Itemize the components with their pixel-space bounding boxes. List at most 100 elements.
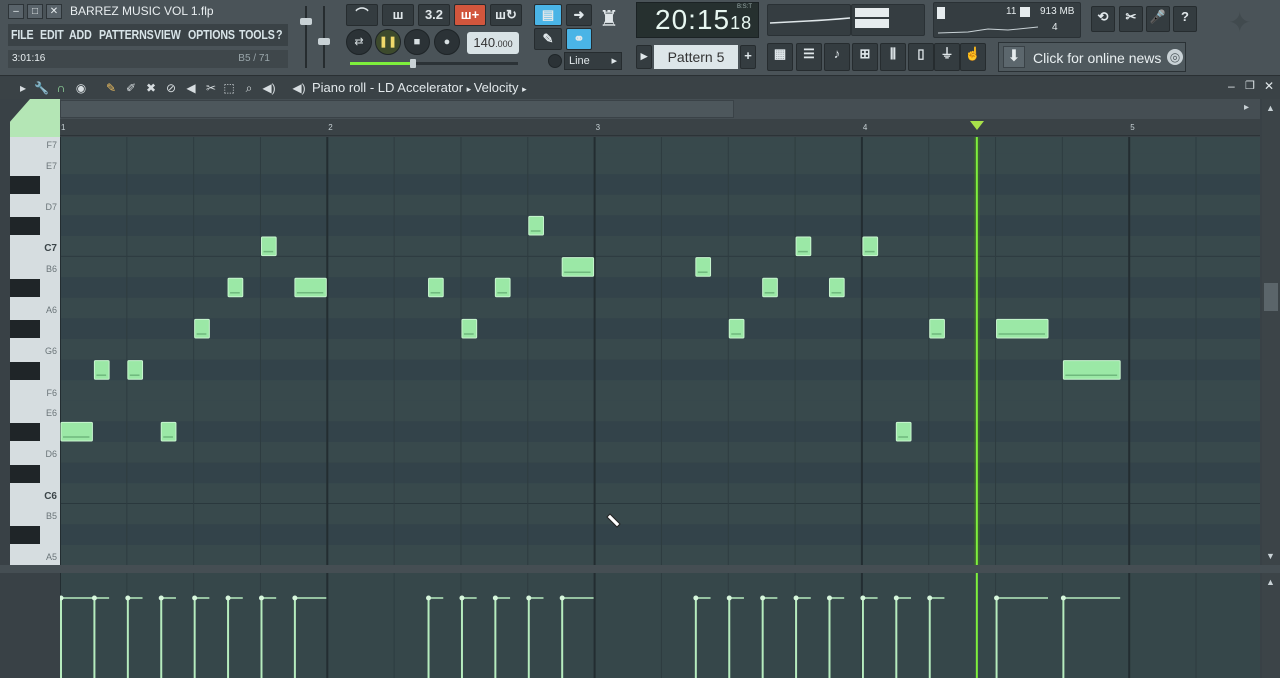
select-icon[interactable]: ⬚ — [222, 81, 236, 95]
note[interactable] — [93, 360, 110, 380]
link-button[interactable]: ⚭ — [566, 28, 592, 50]
note[interactable] — [996, 318, 1049, 339]
playlist-icon[interactable]: ▦ — [767, 43, 793, 71]
microphone-icon[interactable]: 🎤 — [1146, 6, 1170, 32]
note[interactable] — [428, 277, 444, 298]
playback-icon[interactable]: ◀) — [262, 81, 276, 95]
stop-button[interactable]: ■ — [404, 29, 430, 55]
window-restore-icon[interactable]: ❐ — [1245, 79, 1255, 92]
note[interactable] — [160, 421, 177, 442]
cut-tools-icon[interactable]: ✂ — [1119, 6, 1143, 32]
velocity-handle[interactable] — [893, 595, 899, 601]
pencil-icon[interactable]: ✎ — [104, 81, 118, 95]
timeline-ruler[interactable]: 1 2 3 4 5 — [60, 119, 1260, 136]
lane-separator[interactable] — [0, 565, 1280, 573]
options-arrow-icon[interactable]: ▸ — [16, 81, 30, 95]
breadcrumb-target[interactable]: Velocity — [474, 80, 519, 95]
pattern-add-button[interactable]: + — [740, 45, 756, 69]
black-key[interactable] — [10, 320, 40, 339]
velocity-handle[interactable] — [192, 595, 198, 601]
close-button[interactable]: ✕ — [46, 4, 62, 19]
master-pitch-slider[interactable] — [318, 6, 330, 68]
velocity-handle[interactable] — [826, 595, 832, 601]
note[interactable] — [929, 318, 945, 339]
black-key[interactable] — [10, 176, 40, 195]
velocity-handle[interactable] — [225, 595, 231, 601]
menu-help[interactable]: ? — [276, 27, 283, 42]
maximize-button[interactable]: □ — [27, 4, 43, 19]
note[interactable] — [528, 215, 544, 236]
velocity-handle[interactable] — [526, 595, 532, 601]
velocity-handle[interactable] — [1060, 595, 1066, 601]
breadcrumb-channel[interactable]: LD Accelerator — [378, 80, 463, 95]
note[interactable] — [795, 236, 812, 257]
note[interactable] — [695, 257, 712, 277]
note[interactable] — [461, 318, 478, 339]
online-news-button[interactable]: ⬇ Click for online news ◎ — [998, 42, 1186, 72]
note[interactable] — [494, 277, 511, 298]
menu-patterns[interactable]: PATTERNS — [99, 27, 154, 42]
note[interactable] — [762, 277, 778, 298]
horizontal-scroll-thumb[interactable] — [60, 100, 734, 118]
zoom-icon[interactable]: ⌕ — [242, 81, 256, 95]
velocity-handle[interactable] — [292, 595, 298, 601]
vertical-scrollbar[interactable]: ▲ ▼ — [1262, 99, 1280, 568]
black-key[interactable] — [10, 279, 40, 298]
pattern-selector[interactable]: Pattern 5 — [654, 45, 738, 69]
piano-roll-icon[interactable]: ♪ — [824, 43, 850, 71]
velocity-handle[interactable] — [125, 595, 131, 601]
wait-input-button[interactable]: ш — [382, 4, 414, 26]
menu-file[interactable]: FILE — [11, 27, 34, 42]
menu-edit[interactable]: EDIT — [40, 27, 64, 42]
step-forward-button[interactable]: ➜ — [566, 4, 592, 26]
note[interactable] — [127, 360, 144, 380]
black-key[interactable] — [10, 217, 40, 236]
snap-knob[interactable] — [548, 54, 562, 68]
playhead-marker[interactable] — [969, 121, 984, 130]
black-key[interactable] — [10, 526, 40, 545]
master-volume-slider[interactable] — [300, 6, 312, 68]
velocity-lane[interactable] — [60, 573, 1260, 678]
snap-select[interactable]: Line ▸ — [564, 52, 622, 70]
velocity-handle[interactable] — [258, 595, 264, 601]
note[interactable] — [294, 277, 327, 298]
record-button[interactable]: ● — [434, 29, 460, 55]
minimize-button[interactable]: – — [8, 4, 24, 19]
black-key[interactable] — [10, 423, 40, 442]
piano-keyboard[interactable]: F7 E7 D7 C7 B6 A6 G6 F6 E6 D6 C6 B5 A5 — [10, 137, 60, 565]
mixer-icon[interactable]: ⫼ — [880, 43, 906, 71]
note[interactable] — [862, 236, 879, 257]
record-target-icon[interactable]: ◉ — [74, 81, 88, 95]
velocity-handle[interactable] — [994, 595, 1000, 601]
snap-label[interactable]: 3.2 — [418, 4, 450, 26]
velocity-handle[interactable] — [726, 595, 732, 601]
mute-icon[interactable]: ⊘ — [164, 81, 178, 95]
vertical-scroll-thumb[interactable] — [1264, 283, 1278, 311]
note[interactable] — [1062, 360, 1121, 380]
brush-icon[interactable]: ✐ — [124, 81, 138, 95]
velocity-scrollbar[interactable]: ▲ — [1262, 573, 1280, 678]
window-close-icon[interactable]: ✕ — [1264, 79, 1274, 93]
plugin-icon[interactable]: ⏚ — [934, 43, 960, 71]
scroll-right-icon[interactable]: ▸ — [1244, 102, 1249, 113]
piano-roll-view-button[interactable]: ▤ — [534, 4, 562, 26]
velocity-handle[interactable] — [91, 595, 97, 601]
note[interactable] — [728, 318, 745, 339]
velocity-handle[interactable] — [559, 595, 565, 601]
velocity-handle[interactable] — [426, 595, 432, 601]
menu-view[interactable]: VIEW — [154, 27, 181, 42]
stamp-icon[interactable]: ♜ — [596, 6, 622, 38]
metronome-button[interactable]: ⌒ — [346, 4, 378, 26]
velocity-handle[interactable] — [158, 595, 164, 601]
magnet-icon[interactable]: ∩ — [54, 81, 68, 95]
undo-icon[interactable]: ⟲ — [1091, 6, 1115, 32]
scroll-up-icon[interactable]: ▲ — [1266, 577, 1275, 587]
channel-rack-icon[interactable]: ☰ — [796, 43, 822, 71]
slice-icon[interactable]: ✂ — [204, 81, 218, 95]
note[interactable] — [60, 421, 93, 442]
menu-options[interactable]: OPTIONS — [188, 27, 235, 42]
scroll-up-icon[interactable]: ▲ — [1266, 103, 1275, 113]
note[interactable] — [194, 318, 210, 339]
touch-controller-icon[interactable]: ☝ — [960, 43, 986, 71]
wrench-icon[interactable]: 🔧 — [34, 81, 49, 95]
